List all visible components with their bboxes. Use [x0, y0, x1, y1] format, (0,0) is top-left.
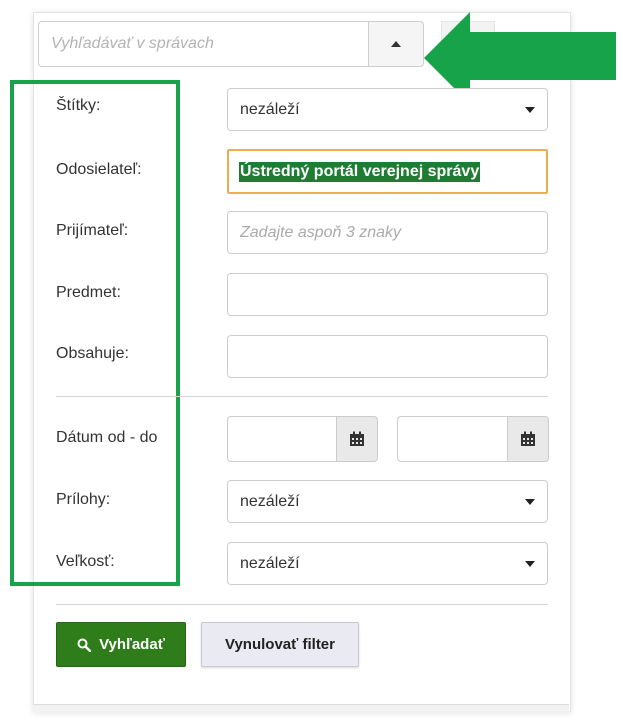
sender-input[interactable]: Ústredný portál verejnej správy: [227, 149, 548, 194]
tags-select-value: nezáleží: [240, 100, 300, 118]
chevron-down-icon: [525, 106, 535, 113]
contains-label: Obsahuje:: [56, 345, 129, 362]
size-select[interactable]: nezáleží: [227, 542, 548, 585]
attachments-label: Prílohy:: [56, 491, 111, 508]
search-icon: [77, 638, 92, 652]
size-label: Veľkosť:: [56, 553, 115, 570]
date-to-input[interactable]: [397, 416, 507, 462]
tags-select[interactable]: nezáleží: [227, 88, 548, 131]
calendar-icon: [350, 431, 364, 446]
divider: [56, 396, 548, 397]
annotation-highlight-box: [10, 80, 180, 586]
search-button-label: Vyhľadať: [99, 636, 165, 653]
caret-up-icon: [391, 41, 401, 47]
chevron-down-icon: [525, 498, 535, 505]
date-from-input[interactable]: [227, 416, 336, 462]
sender-label: Odosielateľ:: [56, 161, 142, 178]
attachments-select[interactable]: nezáleží: [227, 480, 548, 523]
date-to-picker-button[interactable]: [507, 416, 549, 462]
subject-label: Predmet:: [56, 284, 121, 301]
message-search-input[interactable]: [38, 21, 368, 67]
subject-input[interactable]: [227, 273, 548, 316]
reset-filter-button-label: Vynulovať filter: [225, 636, 335, 653]
chevron-down-icon: [525, 560, 535, 567]
date-from-picker-button[interactable]: [336, 416, 378, 462]
contains-input[interactable]: [227, 335, 548, 378]
recipient-label: Prijímateľ:: [56, 222, 129, 239]
calendar-icon: [521, 431, 535, 446]
panel-footer-edge: [33, 704, 569, 713]
date-range-label: Dátum od - do: [56, 429, 158, 446]
attachments-select-value: nezáleží: [240, 492, 300, 510]
tags-label: Štítky:: [56, 97, 101, 114]
size-select-value: nezáleží: [240, 554, 300, 572]
divider: [56, 604, 548, 605]
reset-filter-button[interactable]: Vynulovať filter: [201, 622, 359, 667]
recipient-input[interactable]: [227, 211, 548, 254]
sender-input-value: Ústredný portál verejnej správy: [239, 161, 481, 182]
search-button[interactable]: Vyhľadať: [56, 622, 186, 667]
filter-collapse-button[interactable]: [368, 21, 424, 67]
